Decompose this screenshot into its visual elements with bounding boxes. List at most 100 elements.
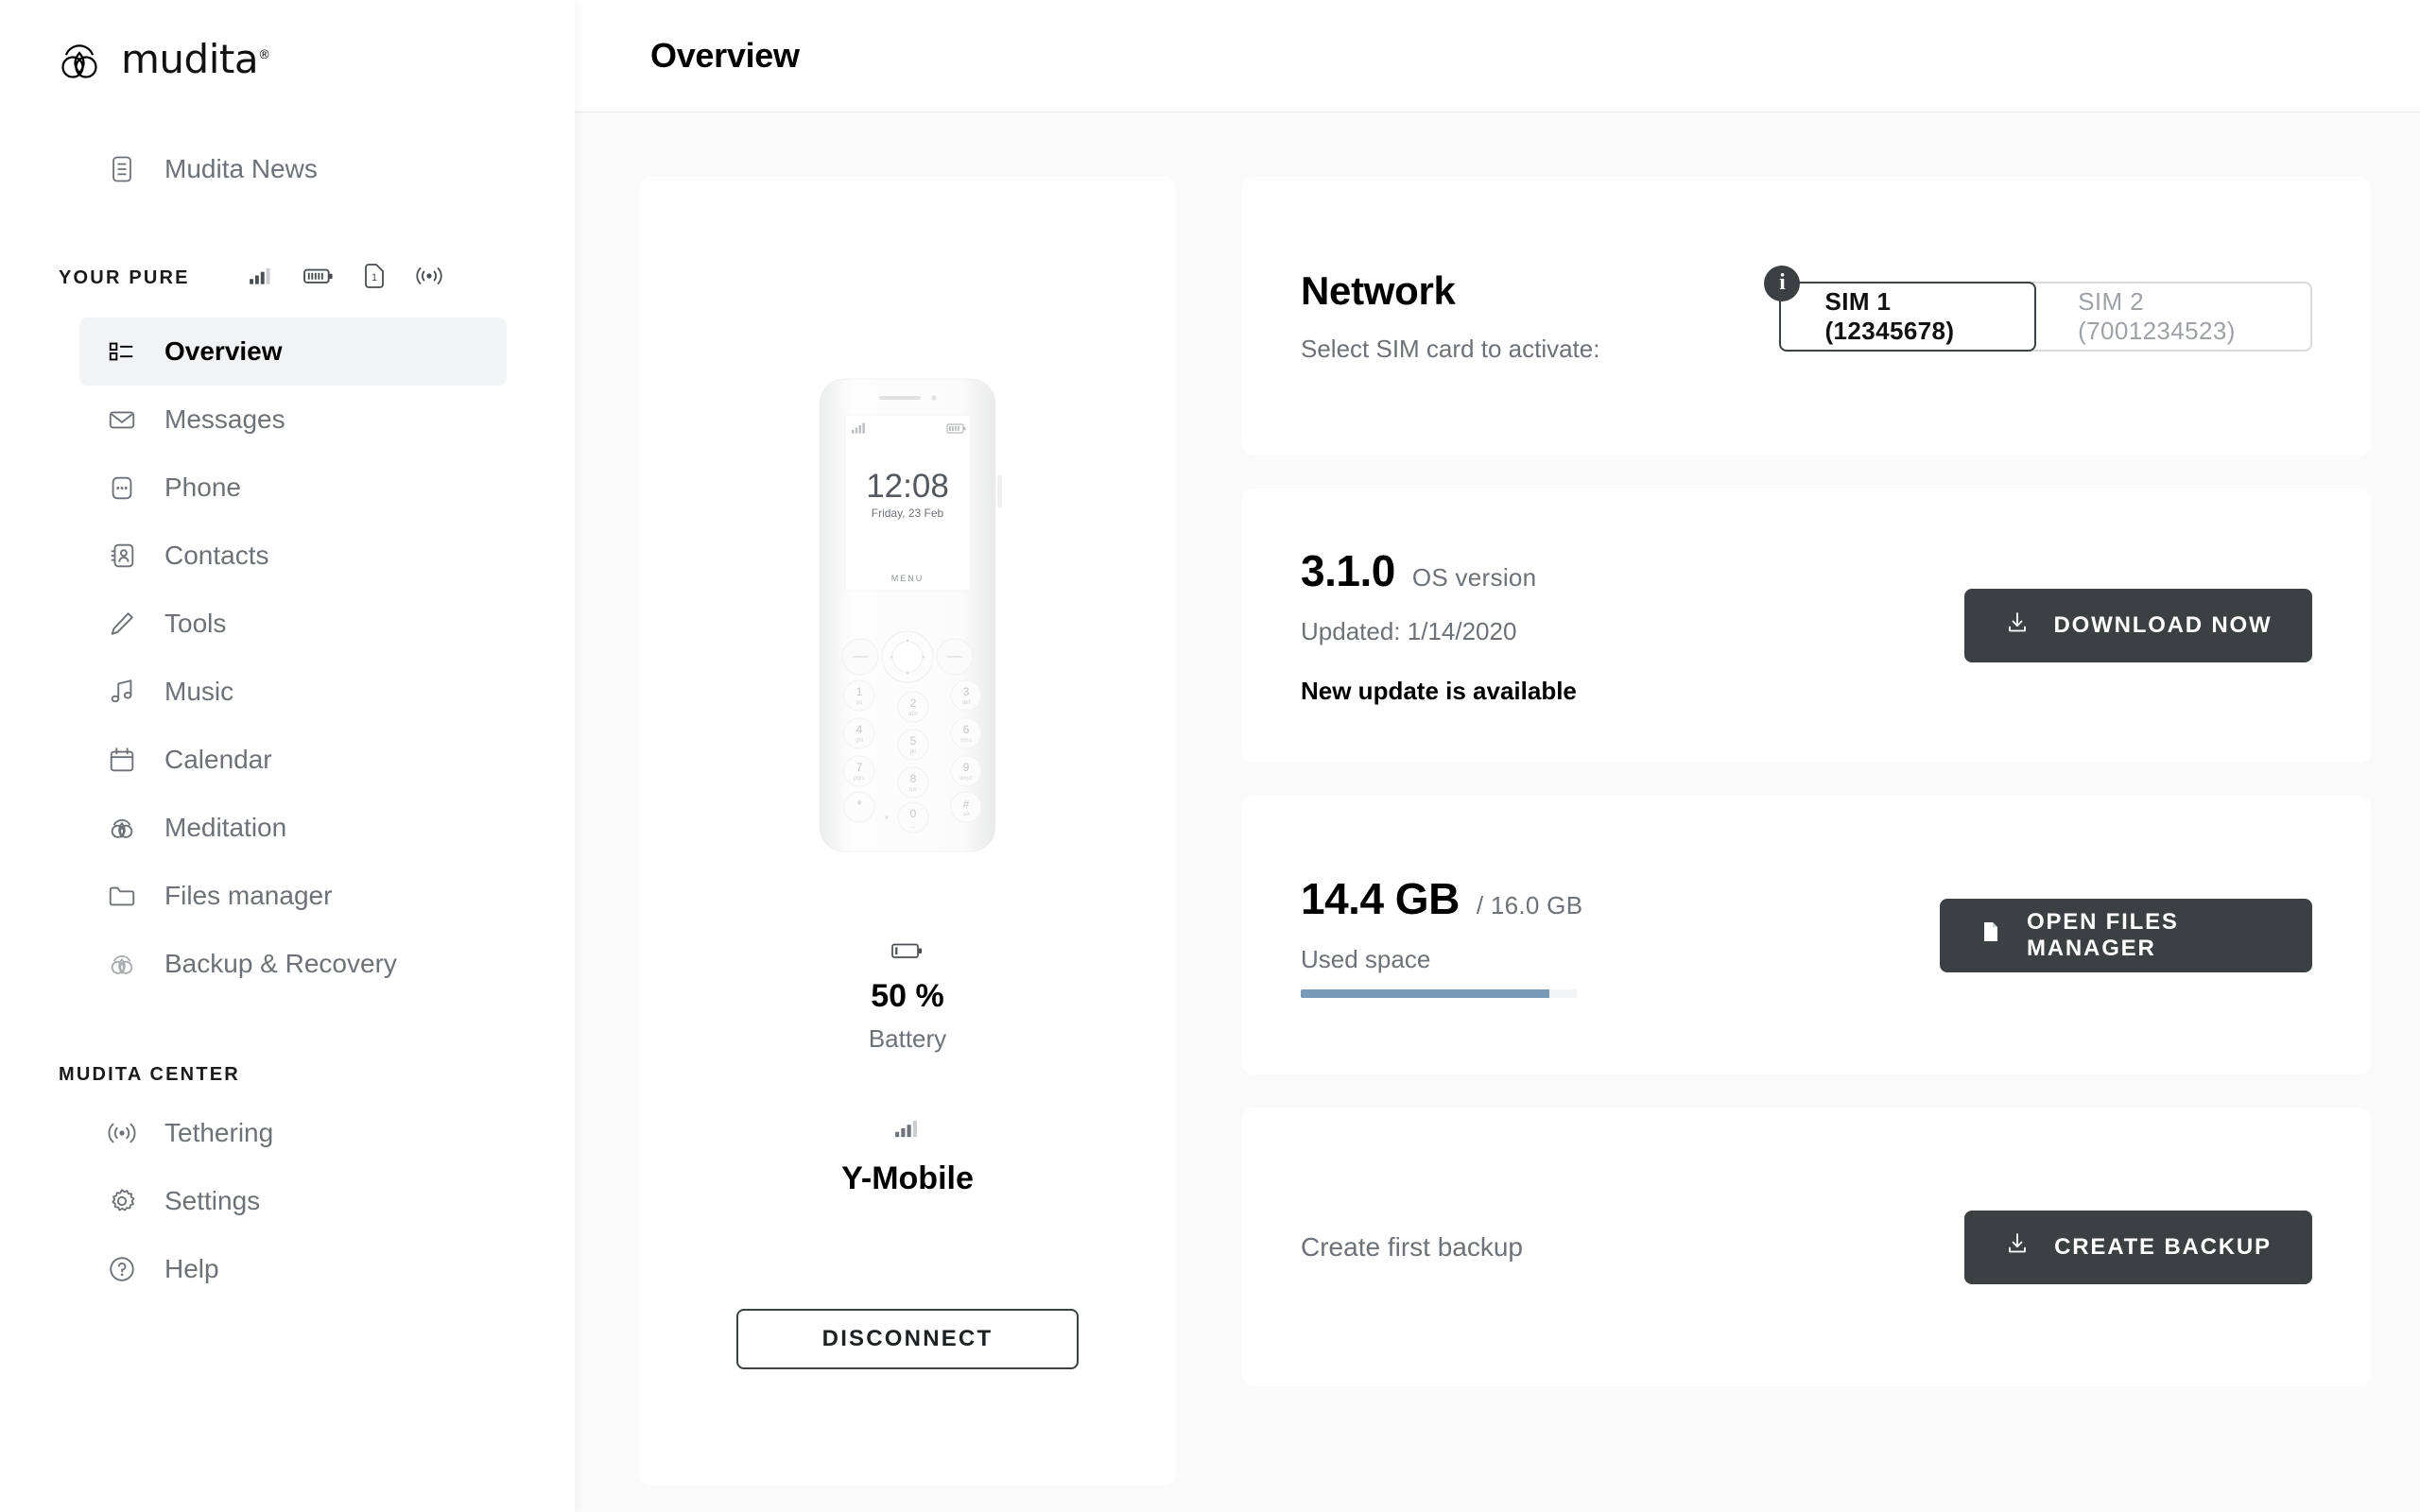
sim-option-1[interactable]: SIM 1 (12345678) <box>1779 282 2036 352</box>
backup-card: Create first backup CREATE BACKUP <box>1242 1108 2371 1386</box>
os-card-text: 3.1.0 OS version Updated: 1/14/2020 New … <box>1301 545 1964 706</box>
download-icon <box>2005 1231 2030 1263</box>
content-area: 12:08 Friday, 23 Feb MENU <box>575 112 2420 1512</box>
os-version-line: 3.1.0 OS version <box>1301 545 1964 596</box>
sidebar-item-contacts[interactable]: Contacts <box>79 522 507 590</box>
pencil-icon <box>104 606 140 642</box>
svg-text:6: 6 <box>963 723 970 736</box>
sidebar-item-messages[interactable]: Messages <box>79 386 507 454</box>
svg-text:1: 1 <box>856 685 863 698</box>
sidebar-item-calendar[interactable]: Calendar <box>79 726 507 794</box>
your-pure-section-header: YOUR PURE <box>0 259 575 297</box>
storage-used: 14.4 GB <box>1301 873 1460 924</box>
storage-card-text: 14.4 GB / 16.0 GB Used space <box>1301 873 1940 998</box>
svg-text:def: def <box>962 700 971 706</box>
calendar-icon <box>104 742 140 778</box>
os-version-number: 3.1.0 <box>1301 545 1395 596</box>
network-card: Network Select SIM card to activate: i S… <box>1242 177 2371 455</box>
svg-text:1: 1 <box>372 272 377 284</box>
sidebar-item-label: Messages <box>164 404 285 435</box>
svg-text:9: 9 <box>963 761 970 774</box>
sim-1-icon: 1 <box>364 264 385 293</box>
svg-text:3: 3 <box>963 685 970 698</box>
svg-text:0: 0 <box>910 807 917 820</box>
download-now-button[interactable]: DOWNLOAD NOW <box>1964 589 2312 662</box>
sidebar-item-tethering[interactable]: Tethering <box>79 1099 507 1167</box>
sidebar-item-settings[interactable]: Settings <box>79 1167 507 1235</box>
phone-menu-label: MENU <box>891 574 925 583</box>
sidebar-item-backup-recovery[interactable]: Backup & Recovery <box>79 930 507 998</box>
info-icon[interactable]: i <box>1764 266 1800 301</box>
os-update-note: New update is available <box>1301 677 1964 706</box>
overview-list-icon <box>104 334 140 369</box>
svg-text:aA: aA <box>962 812 969 817</box>
svg-text:_: _ <box>910 822 915 828</box>
svg-text:ghi: ghi <box>856 738 863 744</box>
create-backup-button[interactable]: CREATE BACKUP <box>1964 1211 2312 1284</box>
create-backup-button-label: CREATE BACKUP <box>2054 1234 2272 1261</box>
info-cards-column: Network Select SIM card to activate: i S… <box>1242 177 2371 1512</box>
svg-text:mno: mno <box>960 738 972 744</box>
sidebar-item-label: Music <box>164 677 233 707</box>
svg-text:#: # <box>963 798 970 811</box>
network-card-title: Network <box>1301 268 1599 314</box>
sidebar-item-mudita-news[interactable]: Mudita News <box>0 138 575 200</box>
open-files-manager-button[interactable]: OPEN FILES MANAGER <box>1940 899 2312 972</box>
music-note-icon <box>104 674 140 710</box>
app-root: mudita® Mudita News YOUR PURE <box>0 0 2420 1512</box>
svg-text:wxyz: wxyz <box>959 776 972 782</box>
sidebar-item-music[interactable]: Music <box>79 658 507 726</box>
os-updated-date: Updated: 1/14/2020 <box>1301 617 1964 646</box>
backup-card-text: Create first backup <box>1301 1232 1964 1263</box>
sidebar-item-tools[interactable]: Tools <box>79 590 507 658</box>
carrier-name: Y-Mobile <box>841 1160 974 1197</box>
contacts-book-icon <box>104 538 140 574</box>
phone-dots-icon <box>104 470 140 506</box>
svg-text:oo: oo <box>856 700 863 706</box>
sidebar-item-overview[interactable]: Overview <box>79 318 507 386</box>
main-area: Overview <box>575 0 2420 1512</box>
sidebar-item-label: Settings <box>164 1186 260 1216</box>
page-title: Overview <box>650 36 800 76</box>
sidebar-item-label: Tethering <box>164 1118 273 1148</box>
sidebar-item-meditation[interactable]: Meditation <box>79 794 507 862</box>
tethering-icon <box>415 266 443 291</box>
network-status: Y-Mobile <box>841 1118 974 1197</box>
sidebar-item-label: Phone <box>164 472 241 503</box>
center-nav: Tethering Settings <box>0 1099 575 1303</box>
storage-label: Used space <box>1301 945 1940 974</box>
svg-text:7: 7 <box>856 761 863 774</box>
network-card-subtitle: Select SIM card to activate: <box>1301 335 1599 364</box>
svg-text:4: 4 <box>856 723 863 736</box>
battery-status: 50 % Battery <box>869 941 946 1054</box>
mudita-lotus-logo-icon <box>55 34 104 83</box>
sidebar-item-help[interactable]: Help <box>79 1235 507 1303</box>
brand-wordmark: mudita® <box>121 36 270 82</box>
signal-bars-icon <box>894 1118 921 1143</box>
download-icon <box>2005 610 2030 642</box>
storage-total: / 16.0 GB <box>1477 891 1583 920</box>
lotus-light-icon <box>104 946 140 982</box>
storage-progress-bar <box>1301 989 1577 998</box>
sidebar: mudita® Mudita News YOUR PURE <box>0 0 575 1512</box>
os-version-card: 3.1.0 OS version Updated: 1/14/2020 New … <box>1242 489 2371 763</box>
os-version-label: OS version <box>1412 563 1537 593</box>
sim-selector[interactable]: i SIM 1 (12345678) SIM 2 (7001234523) <box>1779 282 2312 352</box>
disconnect-button[interactable]: DISCONNECT <box>736 1309 1079 1369</box>
sidebar-item-files-manager[interactable]: Files manager <box>79 862 507 930</box>
phone-time: 12:08 <box>866 468 949 505</box>
sidebar-item-label: Files manager <box>164 881 332 911</box>
sidebar-item-label: Help <box>164 1254 219 1284</box>
sidebar-item-phone[interactable]: Phone <box>79 454 507 522</box>
device-card: 12:08 Friday, 23 Feb MENU <box>639 177 1176 1486</box>
sidebar-item-label: Meditation <box>164 813 286 843</box>
mudita-center-section-header: MUDITA CENTER <box>0 1064 575 1086</box>
svg-text:jkl: jkl <box>909 749 916 755</box>
sim-option-2[interactable]: SIM 2 (7001234523) <box>2034 284 2310 350</box>
svg-text:abc: abc <box>908 712 918 717</box>
device-status-icons: 1 <box>249 264 443 293</box>
battery-icon <box>303 266 334 290</box>
sidebar-item-label: Contacts <box>164 541 269 571</box>
svg-text:pqrs: pqrs <box>854 776 865 782</box>
battery-low-icon <box>891 941 924 965</box>
